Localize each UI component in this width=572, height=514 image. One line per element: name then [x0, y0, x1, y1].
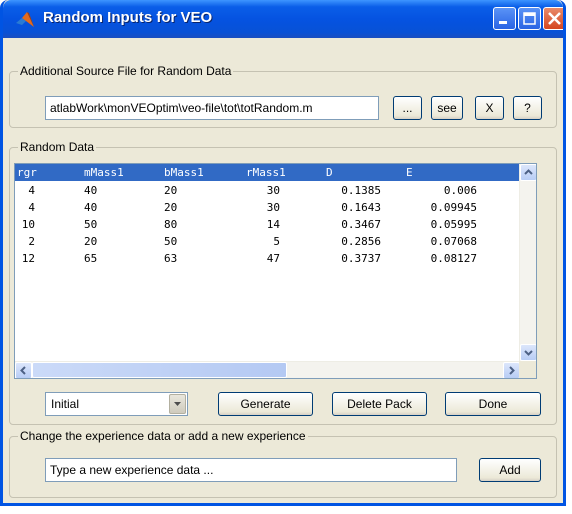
table-cell-rgr: 4 — [28, 184, 35, 197]
horizontal-scrollbar[interactable] — [15, 361, 520, 378]
random-data-table[interactable]: rgr mMass1 bMass1 rMass1 D E 4 40 20 30 … — [14, 163, 537, 379]
column-header-rmass1: rMass1 — [246, 166, 286, 179]
column-header-bmass1: bMass1 — [164, 166, 204, 179]
table-cell-d: 0.1643 — [341, 201, 381, 214]
table-cell-mmass1: 65 — [84, 252, 98, 265]
scroll-up-button[interactable] — [520, 164, 536, 181]
scroll-up-arrow-icon — [524, 169, 533, 175]
table-row[interactable]: 4 40 20 30 0.1385 0.006 — [15, 182, 520, 199]
scrollbar-corner — [519, 361, 536, 378]
column-header-e: E — [406, 166, 413, 179]
title-bar[interactable]: Random Inputs for VEO — [3, 0, 563, 38]
new-experience-input[interactable]: Type a new experience data ... — [45, 458, 457, 482]
table-cell-d: 0.3467 — [341, 218, 381, 231]
table-cell-bmass1: 80 — [164, 218, 178, 231]
table-cell-e: 0.09945 — [430, 201, 477, 214]
table-cell-d: 0.3737 — [341, 252, 381, 265]
horizontal-scroll-thumb[interactable] — [32, 362, 287, 378]
scroll-right-button[interactable] — [503, 362, 520, 378]
table-cell-bmass1: 63 — [164, 252, 178, 265]
table-cell-rmass1: 14 — [266, 218, 280, 231]
table-cell-e: 0.05995 — [430, 218, 477, 231]
table-cell-e: 0.07068 — [430, 235, 477, 248]
table-cell-bmass1: 50 — [164, 235, 178, 248]
table-cell-rgr: 2 — [28, 235, 35, 248]
column-header-d: D — [326, 166, 333, 179]
table-cell-rmass1: 30 — [266, 184, 280, 197]
column-header-mmass1: mMass1 — [84, 166, 124, 179]
table-cell-rmass1: 5 — [273, 235, 280, 248]
dropdown-button[interactable] — [169, 394, 186, 414]
table-row[interactable]: 4 40 20 30 0.1643 0.09945 — [15, 199, 520, 216]
table-cell-mmass1: 50 — [84, 218, 98, 231]
maximize-icon — [523, 12, 536, 25]
table-cell-e: 0.006 — [443, 184, 477, 197]
scroll-right-arrow-icon — [509, 366, 515, 375]
table-cell-d: 0.2856 — [341, 235, 381, 248]
mode-select-value: Initial — [51, 397, 80, 411]
add-experience-button[interactable]: Add — [479, 458, 541, 482]
table-header-row[interactable]: rgr mMass1 bMass1 rMass1 D E — [15, 164, 520, 181]
delete-pack-button[interactable]: Delete Pack — [332, 392, 427, 416]
scroll-down-arrow-icon — [524, 350, 533, 356]
table-cell-mmass1: 40 — [84, 184, 98, 197]
see-button[interactable]: see — [431, 96, 463, 120]
table-cell-bmass1: 20 — [164, 201, 178, 214]
close-icon — [548, 12, 561, 25]
mode-select[interactable]: Initial — [45, 392, 188, 416]
table-row[interactable]: 10 50 80 14 0.3467 0.05995 — [15, 216, 520, 233]
table-cell-mmass1: 40 — [84, 201, 98, 214]
table-cell-rgr: 12 — [21, 252, 35, 265]
table-cell-mmass1: 20 — [84, 235, 98, 248]
table-cell-bmass1: 20 — [164, 184, 178, 197]
window-title: Random Inputs for VEO — [43, 9, 213, 26]
column-header-rgr: rgr — [17, 166, 37, 179]
table-cell-rmass1: 47 — [266, 252, 280, 265]
maximize-button[interactable] — [518, 7, 541, 30]
browse-button[interactable]: ... — [393, 96, 422, 120]
table-row[interactable]: 12 65 63 47 0.3737 0.08127 — [15, 250, 520, 267]
help-button[interactable]: ? — [513, 96, 542, 120]
table-cell-rgr: 10 — [21, 218, 35, 231]
table-row[interactable]: 2 20 50 5 0.2856 0.07068 — [15, 233, 520, 250]
table-cell-e: 0.08127 — [430, 252, 477, 265]
vertical-scrollbar[interactable] — [519, 164, 536, 361]
scroll-down-button[interactable] — [520, 344, 536, 361]
close-button[interactable] — [543, 7, 563, 30]
minimize-button[interactable] — [493, 7, 516, 30]
matlab-logo-icon — [15, 10, 35, 30]
generate-button[interactable]: Generate — [218, 392, 313, 416]
experience-group-title: Change the experience data or add a new … — [18, 429, 308, 443]
scroll-left-arrow-icon — [20, 366, 26, 375]
dropdown-arrow-icon — [174, 402, 181, 406]
main-window: Random Inputs for VEO Additional Source … — [0, 0, 566, 506]
minimize-icon — [499, 21, 507, 24]
done-button[interactable]: Done — [445, 392, 541, 416]
table-cell-rmass1: 30 — [266, 201, 280, 214]
table-cell-rgr: 4 — [28, 201, 35, 214]
clear-button[interactable]: X — [475, 96, 504, 120]
scroll-left-button[interactable] — [15, 362, 32, 378]
source-file-path-input[interactable]: atlabWork\monVEOptim\veo-file\tot\totRan… — [45, 96, 379, 120]
random-data-group-title: Random Data — [18, 140, 97, 154]
source-file-group-title: Additional Source File for Random Data — [18, 64, 234, 78]
table-cell-d: 0.1385 — [341, 184, 381, 197]
